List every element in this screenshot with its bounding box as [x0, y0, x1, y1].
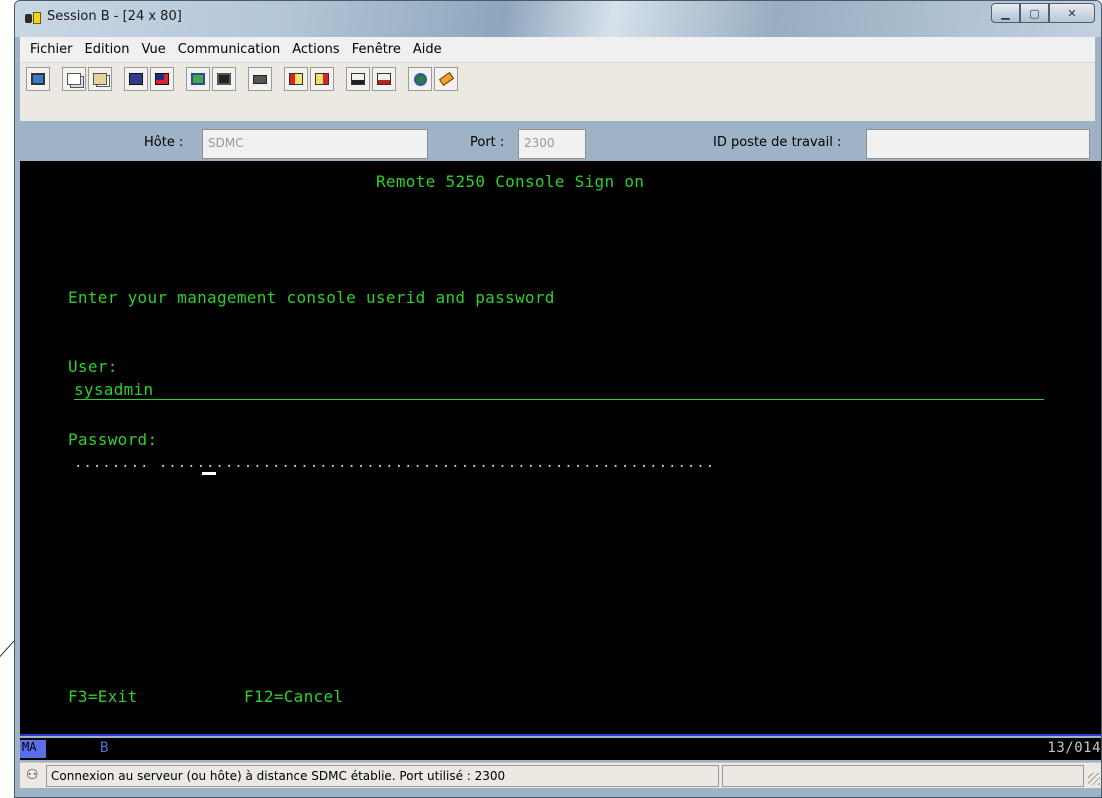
- toolbar-buttons: [26, 67, 460, 91]
- menu-bar: Fichier Edition Vue Communication Action…: [20, 37, 1095, 63]
- annotation-pointer-line: [0, 639, 16, 657]
- menu-actions[interactable]: Actions: [286, 42, 346, 57]
- workstation-field[interactable]: [866, 129, 1090, 159]
- tag-button[interactable]: [434, 67, 458, 91]
- display-setup-button[interactable]: [186, 67, 210, 91]
- terminal-screen[interactable]: Remote 5250 Console Sign on Enter your m…: [20, 161, 1101, 736]
- terminal-icon: [217, 73, 231, 85]
- port-label: Port :: [470, 135, 505, 150]
- window-title: Session B - [24 x 80]: [47, 9, 182, 24]
- stop-macro-icon: [315, 73, 329, 85]
- minimize-button[interactable]: ▁: [991, 3, 1020, 23]
- status-pane-secondary: [722, 765, 1084, 787]
- globe-button[interactable]: [408, 67, 432, 91]
- mode-indicator: MA: [20, 740, 46, 758]
- emulator-window: Session B - [24 x 80] ▁ ▢ ✕ Fichier Edit…: [14, 0, 1102, 798]
- cursor-position: 13/014: [1047, 740, 1101, 756]
- host-label: Hôte :: [144, 135, 184, 150]
- display-setup-icon: [191, 73, 205, 85]
- paste-icon: [93, 73, 107, 85]
- record-macro-button[interactable]: [284, 67, 308, 91]
- stop-macro-button[interactable]: [310, 67, 334, 91]
- terminal-separator: [20, 734, 1101, 736]
- maximize-button[interactable]: ▢: [1020, 3, 1049, 23]
- user-field-underline: [74, 399, 1044, 400]
- text-cursor: [202, 472, 216, 475]
- copy-icon: [67, 73, 81, 85]
- session-app-icon: [25, 11, 43, 25]
- menu-fenetre[interactable]: Fenêtre: [346, 42, 407, 57]
- receive-button[interactable]: [150, 67, 174, 91]
- record-macro-icon: [289, 73, 303, 85]
- port-field[interactable]: 2300: [518, 129, 586, 159]
- menu-communication[interactable]: Communication: [172, 42, 286, 57]
- operator-info-area: MA B 13/014: [20, 738, 1101, 760]
- status-message: Connexion au serveur (ou hôte) à distanc…: [46, 765, 719, 787]
- workstation-label: ID poste de travail :: [713, 135, 842, 150]
- minimize-icon: ▁: [1001, 6, 1010, 20]
- status-bar: ⚇ Connexion au serveur (ou hôte) à dista…: [20, 762, 1101, 788]
- screen-title: Remote 5250 Console Sign on: [376, 172, 645, 191]
- password-input[interactable]: ........ ...............................…: [74, 455, 715, 471]
- close-button[interactable]: ✕: [1049, 3, 1095, 23]
- play-macro2-icon: [377, 73, 391, 85]
- copy-button[interactable]: [62, 67, 86, 91]
- window-controls: ▁ ▢ ✕: [991, 3, 1095, 23]
- display-button[interactable]: [26, 67, 50, 91]
- connection-fields: Hôte : SDMC Port : 2300 ID poste de trav…: [20, 127, 1095, 159]
- toolbar: Hôte : SDMC Port : 2300 ID poste de trav…: [20, 63, 1095, 159]
- play-macro-icon: [351, 73, 365, 85]
- globe-icon: [413, 72, 427, 86]
- display-icon: [31, 73, 45, 85]
- host-field[interactable]: SDMC: [202, 129, 428, 159]
- session-indicator: B: [100, 740, 109, 756]
- tag-icon: [438, 71, 454, 87]
- terminal-button[interactable]: [212, 67, 236, 91]
- signon-prompt: Enter your management console userid and…: [68, 288, 555, 307]
- menu-vue[interactable]: Vue: [135, 42, 171, 57]
- send-button[interactable]: [124, 67, 148, 91]
- paste-button[interactable]: [88, 67, 112, 91]
- f12-cancel-key[interactable]: F12=Cancel: [244, 687, 343, 706]
- play-macro2-button[interactable]: [372, 67, 396, 91]
- user-label: User:: [68, 357, 118, 376]
- play-macro-button[interactable]: [346, 67, 370, 91]
- keyboard-button[interactable]: [248, 67, 272, 91]
- title-bar[interactable]: Session B - [24 x 80] ▁ ▢ ✕: [15, 1, 1101, 37]
- menu-edition[interactable]: Edition: [79, 42, 136, 57]
- user-input[interactable]: sysadmin: [74, 380, 153, 399]
- receive-icon: [155, 73, 169, 85]
- maximize-icon: ▢: [1029, 6, 1040, 20]
- password-label: Password:: [68, 430, 158, 449]
- resize-grip-icon[interactable]: [1088, 773, 1100, 785]
- f3-exit-key[interactable]: F3=Exit: [68, 687, 138, 706]
- menu-aide[interactable]: Aide: [407, 42, 448, 57]
- menu-fichier[interactable]: Fichier: [24, 42, 79, 57]
- close-icon: ✕: [1067, 6, 1077, 20]
- send-icon: [129, 73, 143, 85]
- connection-status-icon: ⚇: [26, 767, 39, 783]
- keyboard-icon: [253, 74, 267, 84]
